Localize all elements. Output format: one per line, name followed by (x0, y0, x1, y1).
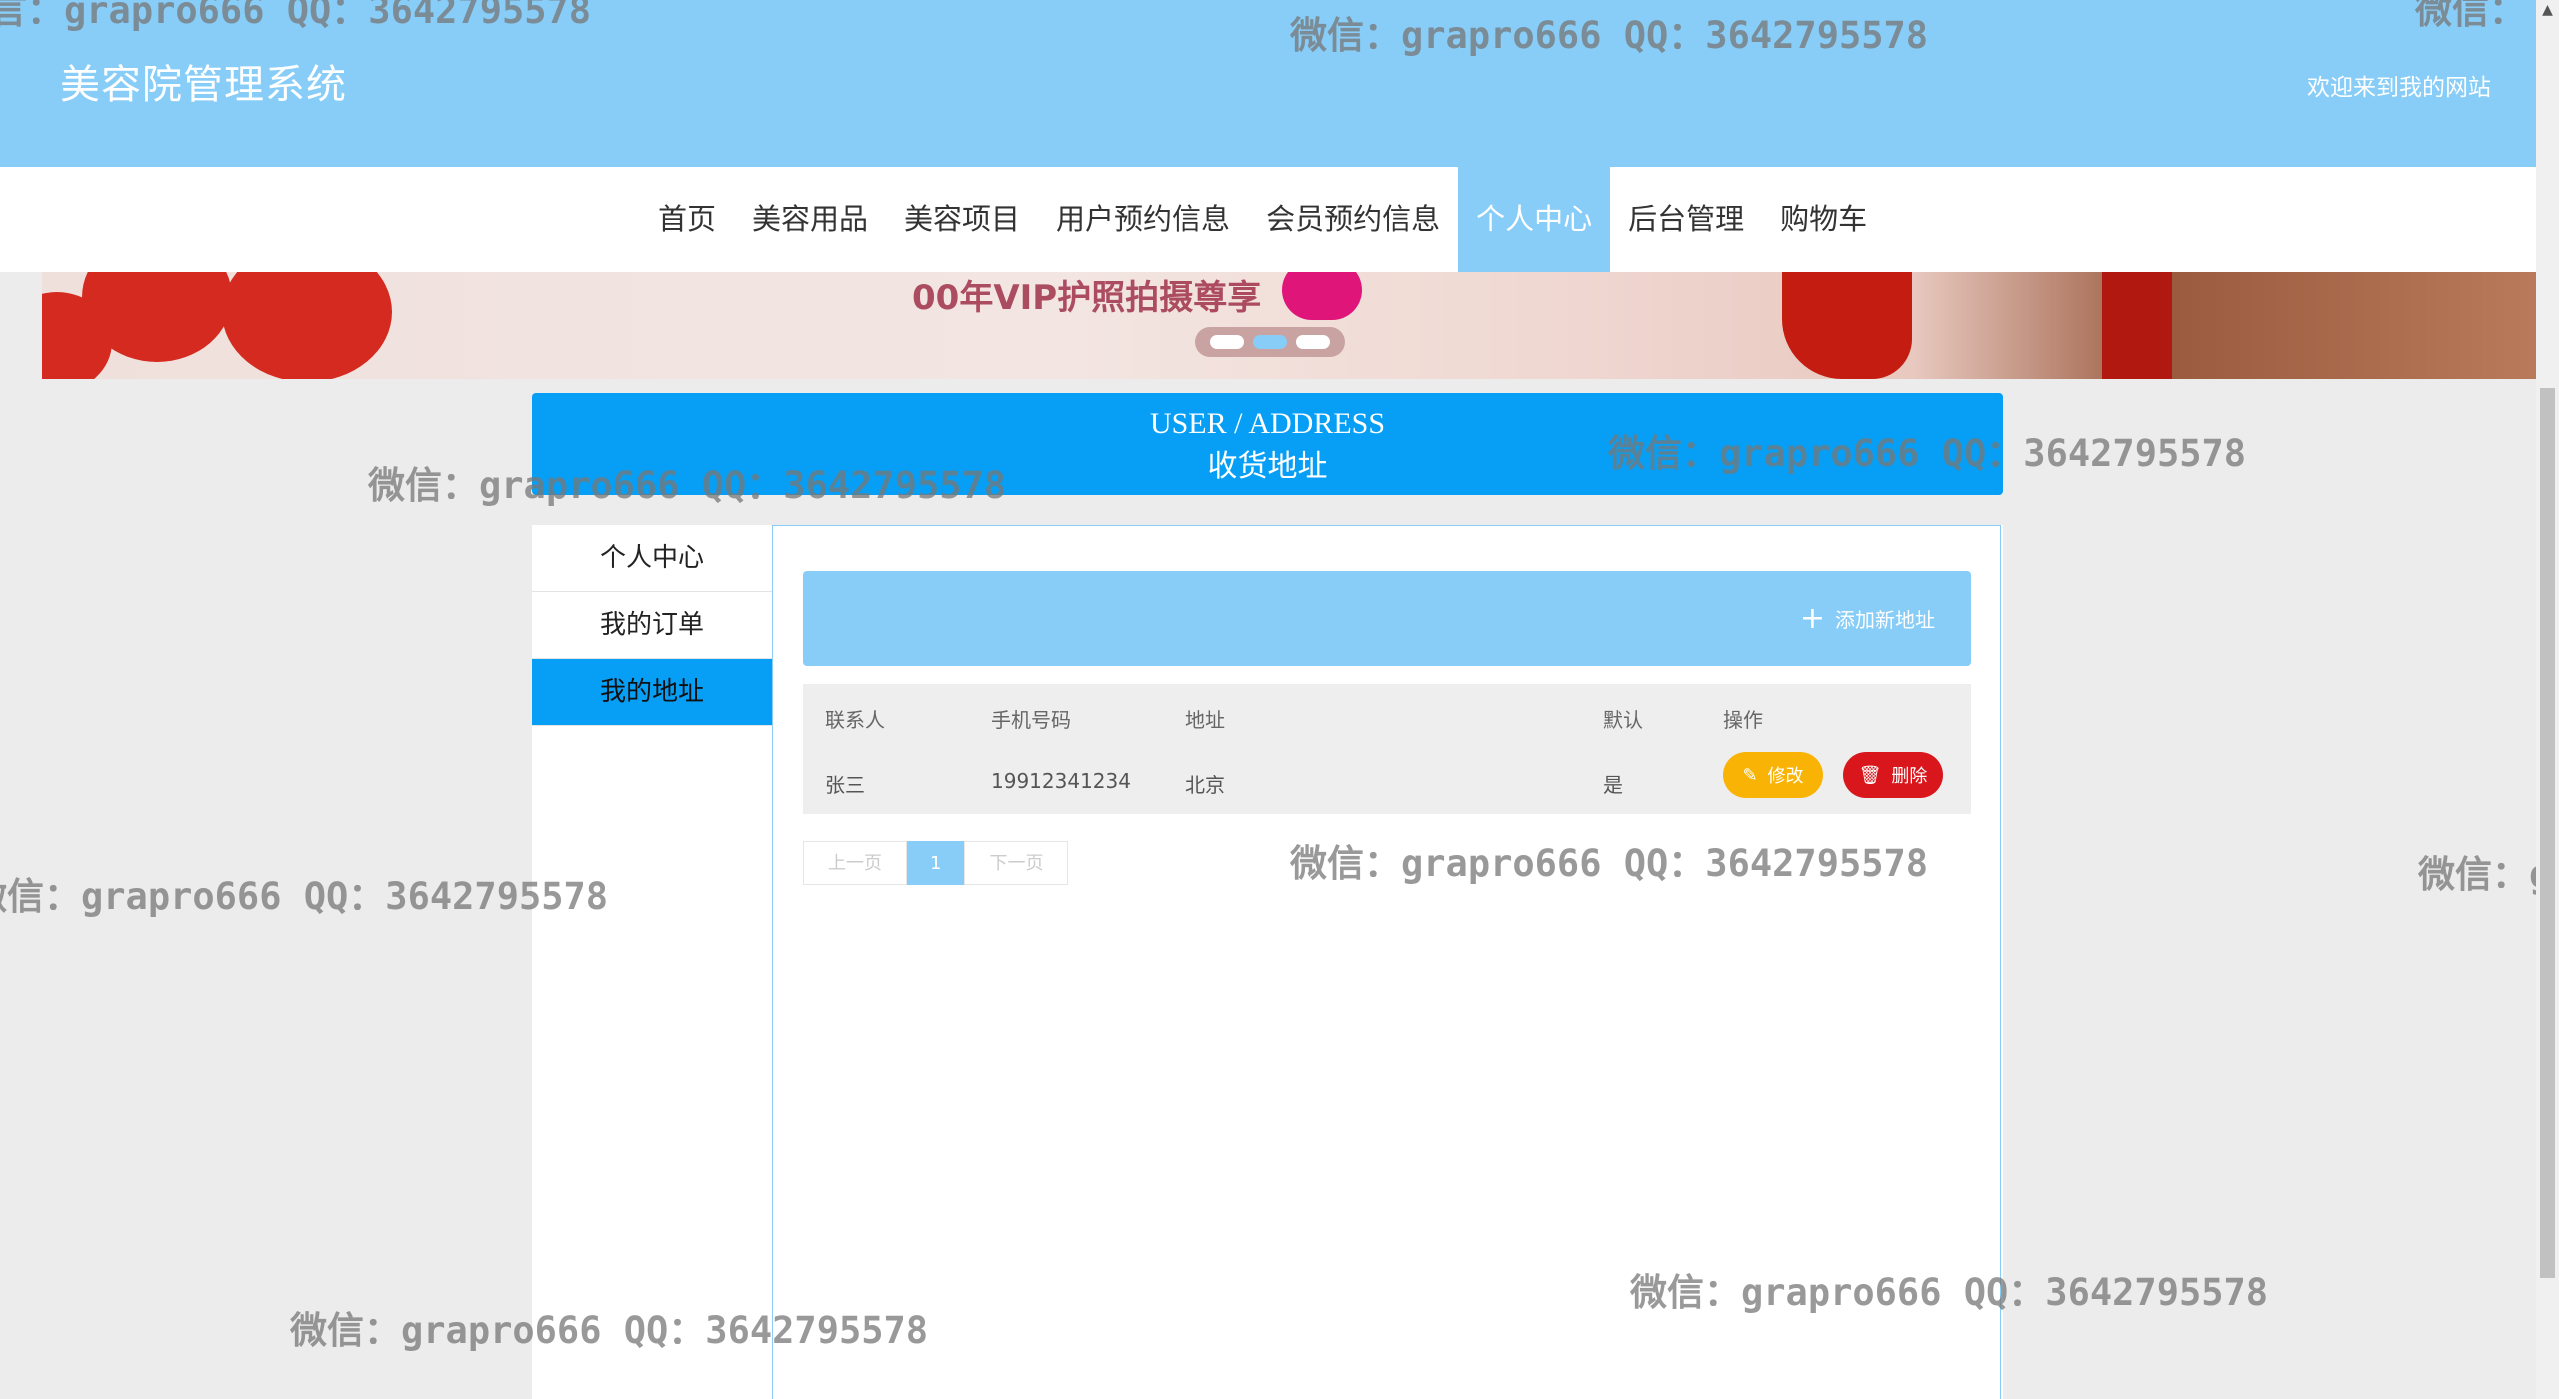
cell-default: 是 (1603, 773, 1623, 797)
watermark: 微信：g (2418, 853, 2552, 896)
user-sidebar: 个人中心 我的订单 我的地址 (532, 525, 772, 726)
banner-carousel[interactable]: 00年VIP护照拍摄尊享 (42, 272, 2536, 379)
add-address-label: 添加新地址 (1835, 608, 1935, 632)
banner-flower (222, 272, 392, 379)
edit-address-button[interactable]: ✎ 修改 (1723, 752, 1823, 798)
add-address-button[interactable]: + 添加新地址 (1799, 600, 1935, 636)
column-header-contact: 联系人 (825, 708, 885, 732)
column-header-actions: 操作 (1723, 708, 1763, 732)
section-title-en: USER / ADDRESS (1149, 407, 1386, 440)
banner-text: 00年VIP护照拍摄尊享 (912, 278, 1262, 318)
carousel-dot-active[interactable] (1252, 335, 1287, 349)
delete-address-button[interactable]: 🗑 删除 (1843, 752, 1943, 798)
prev-page-button[interactable]: 上一页 (803, 841, 907, 885)
carousel-dots (1195, 327, 1345, 357)
next-page-button[interactable]: 下一页 (964, 841, 1069, 885)
nav-item-personal-center[interactable]: 个人中心 (1458, 167, 1611, 272)
sidebar-item-personal-center[interactable]: 个人中心 (532, 525, 772, 592)
scroll-up-arrow-icon[interactable]: ▲ (2536, 0, 2559, 20)
banner-badge (1282, 272, 1362, 320)
header-bar: 美容院管理系统 欢迎来到我的网站 (0, 0, 2536, 167)
column-header-phone: 手机号码 (991, 708, 1071, 732)
page: 美容院管理系统 欢迎来到我的网站 首页 美容用品 美容项目 用户预约信息 会员预… (0, 0, 2551, 1399)
cell-contact: 张三 (825, 773, 865, 797)
nav-item-beauty-projects[interactable]: 美容项目 (886, 167, 1038, 272)
pencil-icon: ✎ (1742, 764, 1758, 786)
carousel-dot[interactable] (1296, 335, 1331, 349)
column-header-address: 地址 (1185, 708, 1225, 732)
carousel-dot[interactable] (1209, 335, 1244, 349)
vertical-scrollbar[interactable]: ▲ (2536, 0, 2559, 1399)
edit-label: 修改 (1767, 766, 1804, 787)
nav-item-cart[interactable]: 购物车 (1762, 167, 1885, 272)
address-table: 联系人 手机号码 地址 默认 操作 张三 19912341234 北京 是 ✎ … (803, 684, 1971, 814)
section-title-cn: 收货地址 (1207, 450, 1328, 483)
site-title[interactable]: 美容院管理系统 (60, 52, 347, 110)
trash-icon: 🗑 (1858, 764, 1882, 786)
cell-phone: 19912341234 (991, 769, 1131, 793)
nav-item-member-appointments[interactable]: 会员预约信息 (1248, 167, 1458, 272)
watermark: 微信：grapro666 QQ：3642795578 (0, 875, 609, 918)
sidebar-item-my-address[interactable]: 我的地址 (532, 659, 772, 726)
nav-list: 首页 美容用品 美容项目 用户预约信息 会员预约信息 个人中心 后台管理 购物车 (640, 167, 1885, 272)
banner-dress (2102, 272, 2172, 379)
main-nav: 首页 美容用品 美容项目 用户预约信息 会员预约信息 个人中心 后台管理 购物车 (0, 167, 2536, 272)
nav-item-admin[interactable]: 后台管理 (1610, 167, 1762, 272)
sidebar-item-my-orders[interactable]: 我的订单 (532, 592, 772, 659)
nav-item-user-appointments[interactable]: 用户预约信息 (1038, 167, 1248, 272)
address-toolbar: + 添加新地址 (803, 571, 1971, 666)
section-header: USER / ADDRESS 收货地址 (532, 393, 2003, 495)
content-area: 个人中心 我的订单 我的地址 + 添加新地址 联系人 手机号码 地址 默认 操作… (532, 525, 2003, 1399)
nav-item-beauty-products[interactable]: 美容用品 (734, 167, 886, 272)
delete-label: 删除 (1891, 766, 1928, 787)
welcome-text: 欢迎来到我的网站 (2307, 75, 2491, 101)
cell-address: 北京 (1185, 773, 1225, 797)
pagination: 上一页 1 下一页 (803, 841, 1069, 885)
scrollbar-thumb[interactable] (2540, 388, 2555, 1278)
banner-dress (1782, 272, 1912, 379)
nav-item-home[interactable]: 首页 (640, 167, 734, 272)
page-number-current[interactable]: 1 (907, 841, 965, 885)
column-header-default: 默认 (1603, 708, 1643, 732)
address-panel: + 添加新地址 联系人 手机号码 地址 默认 操作 张三 19912341234… (772, 525, 2001, 1399)
plus-icon: + (1799, 600, 1825, 636)
